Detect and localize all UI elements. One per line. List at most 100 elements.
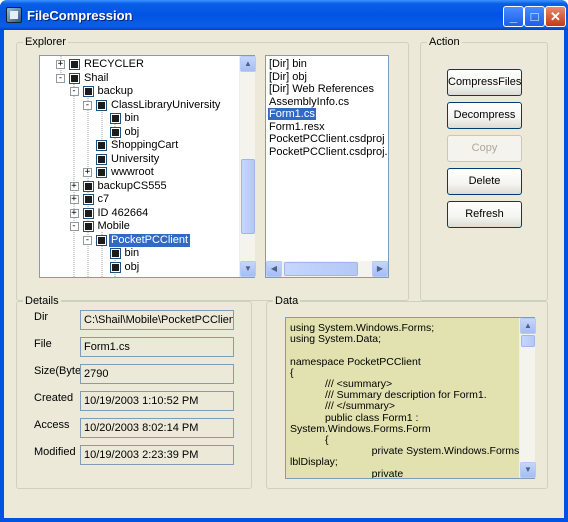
minimize-icon: _ (509, 9, 518, 24)
expand-icon[interactable]: + (56, 60, 65, 69)
tree-node[interactable]: ShoppingCart (40, 139, 240, 152)
tree-node-checkbox[interactable] (82, 180, 94, 192)
tree-node-label[interactable]: University (109, 153, 161, 166)
tree-scroll-down-button[interactable]: ▼ (240, 261, 256, 277)
tree-node[interactable]: - PocketPCClient (40, 233, 240, 247)
collapse-icon[interactable]: - (83, 235, 92, 245)
tree-node-checkbox[interactable] (109, 248, 121, 259)
tree-node-label[interactable]: backup (96, 85, 135, 98)
tree-node-label[interactable]: ClassLibraryUniversity (109, 99, 222, 112)
tree-node[interactable]: + backupCS555 (40, 180, 240, 193)
tree-node-checkbox[interactable] (109, 126, 121, 138)
collapse-icon[interactable]: - (83, 100, 92, 110)
tree-scroll-thumb[interactable] (241, 159, 255, 234)
file-list[interactable]: [Dir] bin [Dir] obj [Dir] Web References As… (265, 55, 389, 278)
file-field[interactable]: Form1.cs (80, 337, 234, 357)
tree-node-label[interactable]: ShoppingCart (109, 139, 180, 152)
tree-node-checkbox[interactable] (82, 207, 94, 219)
tree-node[interactable]: - Shail (40, 72, 240, 85)
file-list-scroll-right-button[interactable]: ▶ (372, 261, 388, 277)
tree-node-label[interactable]: obj (123, 261, 142, 274)
tree-node-label[interactable]: RECYCLER (82, 58, 146, 71)
data-vertical-scrollbar[interactable]: ▲ ▼ (519, 318, 536, 478)
minimize-button[interactable]: _ (503, 6, 524, 27)
dir-field[interactable]: C:\Shail\Mobile\PocketPCClient (80, 310, 234, 330)
file-list-item[interactable]: Form1.cs (268, 108, 316, 120)
expand-icon[interactable]: + (69, 208, 79, 218)
file-list-item[interactable]: Form1.resx (268, 121, 326, 133)
tree-node-label[interactable]: backupCS555 (96, 180, 169, 193)
app-window: FileCompression _ □ ✕ Explorer + RECYCLE… (0, 0, 568, 522)
expand-icon[interactable]: + (69, 181, 79, 191)
maximize-button[interactable]: □ (524, 6, 545, 27)
collapse-icon[interactable]: - (56, 73, 65, 83)
tree-node[interactable]: + ID 462664 (40, 207, 240, 220)
collapse-icon[interactable]: - (69, 87, 79, 96)
tree-node[interactable]: obj (40, 126, 240, 139)
file-list-item[interactable]: [Dir] Web References (268, 83, 375, 95)
tree-node[interactable]: - backup (40, 85, 240, 98)
data-scroll-up-button[interactable]: ▲ (520, 318, 536, 334)
tree-node-label[interactable]: ID 462664 (96, 207, 151, 220)
tree-node-checkbox[interactable] (109, 261, 121, 273)
close-button[interactable]: ✕ (545, 6, 566, 27)
tree-node-checkbox[interactable] (82, 221, 94, 232)
tree-node-label[interactable]: PocketPCClient (109, 233, 191, 247)
expand-icon[interactable]: + (83, 168, 92, 177)
tree-node[interactable]: bin (40, 247, 240, 260)
tree-node[interactable]: - Mobile (40, 220, 240, 233)
tree-node-checkbox[interactable] (96, 99, 107, 111)
tree-node-checkbox[interactable] (96, 140, 107, 151)
tree-node[interactable]: University (40, 153, 240, 166)
tree-node-checkbox[interactable] (69, 72, 80, 84)
tree-node-checkbox[interactable] (82, 86, 94, 97)
folder-tree[interactable]: + RECYCLER - Shail - backup - ClassLibraryUnive… (39, 55, 255, 278)
modified-field[interactable]: 10/19/2003 2:23:39 PM (80, 445, 234, 465)
created-field[interactable]: 10/19/2003 1:10:52 PM (80, 391, 234, 411)
tree-node-label[interactable]: bin (123, 112, 142, 125)
tree-node[interactable]: - ClassLibraryUniversity (40, 99, 240, 112)
tree-scroll-up-button[interactable]: ▲ (240, 56, 256, 72)
tree-node-checkbox[interactable] (109, 113, 121, 124)
file-list-horizontal-scrollbar[interactable]: ◀ ▶ (266, 261, 388, 277)
size-field[interactable]: 2790 (80, 364, 234, 384)
tree-node[interactable]: + RECYCLER (40, 58, 240, 71)
tree-node[interactable]: + wwwroot (40, 166, 240, 179)
tree-vertical-scrollbar[interactable]: ▲ ▼ (239, 56, 256, 277)
expand-icon[interactable]: + (69, 195, 79, 204)
decompress-button[interactable]: Decompress (447, 102, 522, 129)
delete-button[interactable]: Delete (447, 168, 522, 195)
tree-node-checkbox[interactable] (96, 167, 107, 178)
title-bar[interactable]: FileCompression _ □ ✕ (0, 0, 568, 30)
action-group: Action CompressFiles Decompress Copy Del… (420, 36, 548, 301)
tree-node-label[interactable]: Mobile (96, 220, 132, 233)
tree-node-label[interactable]: obj (123, 126, 142, 139)
tree-node-label[interactable]: Shail (82, 72, 110, 85)
tree-node[interactable]: + c7 (40, 193, 240, 206)
tree-node-checkbox[interactable] (96, 153, 107, 165)
file-list-scroll-left-button[interactable]: ◀ (266, 261, 282, 277)
tree-node-checkbox[interactable] (69, 59, 80, 70)
tree-node-label[interactable]: bin (123, 247, 142, 260)
tree-node-checkbox[interactable] (96, 234, 107, 246)
tree-node-checkbox[interactable] (82, 194, 94, 205)
file-list-scroll-thumb[interactable] (284, 262, 358, 276)
file-list-item[interactable]: PocketPCClient.csdproj (268, 133, 386, 145)
collapse-icon[interactable]: - (69, 222, 79, 231)
compress-files-button[interactable]: CompressFiles (447, 69, 522, 96)
file-list-item[interactable]: PocketPCClient.csdproj.user (268, 146, 388, 158)
data-text-area[interactable]: using System.Windows.Forms; using System.… (285, 317, 535, 479)
file-list-item[interactable]: [Dir] obj (268, 71, 308, 83)
file-list-item[interactable]: AssemblyInfo.cs (268, 96, 350, 108)
tree-node[interactable]: bin (40, 112, 240, 125)
tree-node-label[interactable]: c7 (96, 193, 112, 206)
copy-button[interactable]: Copy (447, 135, 522, 162)
tree-node-label[interactable]: wwwroot (109, 166, 156, 179)
refresh-button[interactable]: Refresh (447, 201, 522, 228)
tree-node[interactable]: obj (40, 261, 240, 274)
file-list-item[interactable]: [Dir] bin (268, 58, 308, 70)
modified-label: Modified (34, 446, 76, 458)
data-scroll-down-button[interactable]: ▼ (520, 462, 536, 478)
access-field[interactable]: 10/20/2003 8:02:14 PM (80, 418, 234, 438)
data-scroll-thumb[interactable] (521, 335, 535, 347)
